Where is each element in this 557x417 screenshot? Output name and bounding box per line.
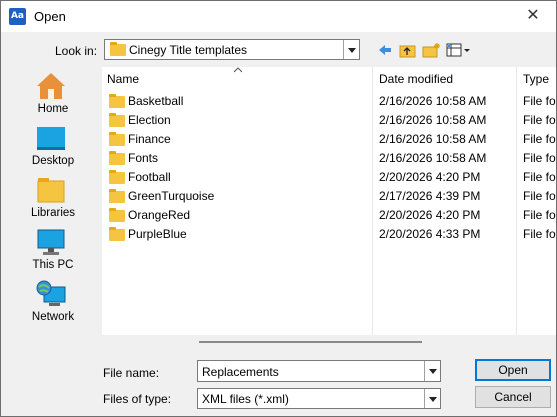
- file-name: Basketball: [128, 94, 184, 108]
- window-title: Open: [34, 9, 66, 24]
- file-type: File fo: [523, 189, 556, 203]
- place-desktop[interactable]: Desktop: [9, 121, 97, 167]
- file-date: 2/17/2026 4:39 PM: [379, 189, 481, 203]
- file-type: File fo: [523, 151, 556, 165]
- file-date: 2/20/2026 4:20 PM: [379, 208, 481, 222]
- up-folder-icon[interactable]: [399, 42, 417, 58]
- list-item[interactable]: Election 2/16/2026 10:58 AM File fo: [102, 111, 556, 130]
- place-label: Libraries: [30, 207, 76, 219]
- file-name: Football: [128, 170, 171, 184]
- app-icon: Aa: [9, 8, 26, 25]
- place-network[interactable]: Network: [9, 277, 97, 323]
- file-type-label: Files of type:: [103, 392, 172, 406]
- list-header: Name Date modified Type: [102, 67, 556, 91]
- file-date: 2/16/2026 10:58 AM: [379, 113, 487, 127]
- view-menu-icon[interactable]: [446, 42, 472, 58]
- cancel-button[interactable]: Cancel: [475, 386, 551, 408]
- file-name-label: File name:: [103, 366, 160, 380]
- list-item[interactable]: GreenTurquoise 2/17/2026 4:39 PM File fo: [102, 187, 556, 206]
- folder-icon: [109, 189, 125, 203]
- file-name: PurpleBlue: [128, 227, 187, 241]
- sort-ascending-icon: [233, 67, 243, 73]
- file-name: GreenTurquoise: [128, 189, 215, 203]
- place-label: This PC: [32, 259, 74, 271]
- folder-icon: [109, 151, 125, 165]
- file-date: 2/16/2026 10:58 AM: [379, 94, 487, 108]
- column-name[interactable]: Name: [107, 72, 139, 86]
- list-item[interactable]: Basketball 2/16/2026 10:58 AM File fo: [102, 92, 556, 111]
- chevron-down-icon[interactable]: [343, 40, 359, 59]
- place-libraries[interactable]: Libraries: [9, 173, 97, 219]
- file-name: Fonts: [128, 151, 159, 165]
- folder-icon: [109, 94, 125, 108]
- file-name: OrangeRed: [128, 208, 191, 222]
- file-list[interactable]: Name Date modified Type Basketball 2/16/…: [102, 67, 556, 335]
- folder-icon: [110, 42, 126, 56]
- folder-icon: [109, 170, 125, 184]
- list-item[interactable]: Fonts 2/16/2026 10:58 AM File fo: [102, 149, 556, 168]
- file-name: Election: [128, 113, 171, 127]
- file-type: File fo: [523, 208, 556, 222]
- look-in-value: Cinegy Title templates: [129, 43, 248, 57]
- file-type-dropdown[interactable]: XML files (*.xml): [197, 388, 441, 409]
- folder-icon: [109, 132, 125, 146]
- places-bar: Home Desktop Libraries This PC Network: [9, 67, 97, 335]
- libraries-icon: [37, 178, 65, 203]
- place-home[interactable]: Home: [9, 69, 97, 115]
- folder-icon: [109, 208, 125, 222]
- place-label: Home: [37, 103, 69, 115]
- list-item[interactable]: Finance 2/16/2026 10:58 AM File fo: [102, 130, 556, 149]
- place-label: Desktop: [31, 155, 75, 167]
- file-name: Finance: [128, 132, 171, 146]
- back-arrow-icon[interactable]: [377, 42, 393, 58]
- list-item[interactable]: PurpleBlue 2/20/2026 4:33 PM File fo: [102, 225, 556, 244]
- close-icon[interactable]: ✕: [518, 4, 548, 28]
- horizontal-scrollbar[interactable]: [199, 341, 422, 343]
- file-date: 2/16/2026 10:58 AM: [379, 132, 487, 146]
- this-pc-icon: [37, 229, 65, 255]
- file-type: File fo: [523, 113, 556, 127]
- folder-icon: [109, 113, 125, 127]
- folder-icon: [109, 227, 125, 241]
- file-name-value[interactable]: Replacements: [202, 365, 279, 379]
- file-date: 2/16/2026 10:58 AM: [379, 151, 487, 165]
- list-item[interactable]: OrangeRed 2/20/2026 4:20 PM File fo: [102, 206, 556, 225]
- file-date: 2/20/2026 4:33 PM: [379, 227, 481, 241]
- file-type: File fo: [523, 132, 556, 146]
- file-type: File fo: [523, 94, 556, 108]
- column-type[interactable]: Type: [523, 72, 549, 86]
- desktop-icon: [37, 127, 65, 150]
- place-label: Network: [31, 311, 75, 323]
- place-this-pc[interactable]: This PC: [9, 225, 97, 271]
- chevron-down-icon[interactable]: [424, 361, 440, 381]
- file-name-field[interactable]: Replacements: [197, 360, 441, 382]
- new-folder-icon[interactable]: [422, 42, 442, 58]
- look-in-label: Look in:: [55, 44, 98, 58]
- title-bar: Aa Open ✕: [1, 1, 556, 32]
- network-icon: [36, 280, 66, 306]
- file-date: 2/20/2026 4:20 PM: [379, 170, 481, 184]
- open-button[interactable]: Open: [475, 359, 551, 381]
- home-icon: [37, 73, 65, 99]
- file-type-value: XML files (*.xml): [202, 392, 289, 406]
- chevron-down-icon[interactable]: [424, 389, 440, 408]
- list-item[interactable]: Football 2/20/2026 4:20 PM File fo: [102, 168, 556, 187]
- look-in-dropdown[interactable]: Cinegy Title templates: [104, 39, 360, 60]
- file-type: File fo: [523, 227, 556, 241]
- column-date-modified[interactable]: Date modified: [379, 72, 453, 86]
- file-type: File fo: [523, 170, 556, 184]
- open-dialog: Aa Open ✕ Look in: Cinegy Title template…: [0, 0, 557, 417]
